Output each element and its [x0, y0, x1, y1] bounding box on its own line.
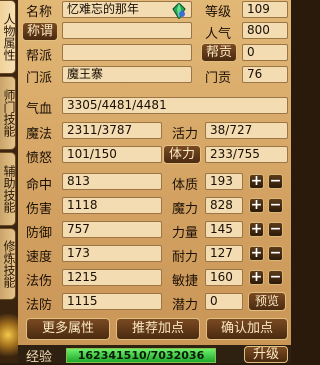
minus-icon[interactable]: −	[268, 222, 283, 237]
combat-stat-value: 1115	[62, 293, 162, 310]
minus-icon[interactable]: −	[268, 270, 283, 285]
popularity-label: 人气	[205, 27, 232, 42]
hp-field: 3305/4481/4481	[62, 97, 288, 114]
attribute-value: 828	[205, 197, 243, 214]
attribute-label: 敏捷	[172, 274, 199, 289]
guild-label: 帮派	[26, 49, 53, 64]
combat-stat-value: 757	[62, 221, 162, 238]
potential-label: 潜力	[172, 298, 199, 313]
minus-icon[interactable]: −	[268, 198, 283, 213]
combat-stat-value: 1118	[62, 197, 162, 214]
experience-value: 162341510/7032036	[77, 349, 205, 362]
combat-stat-label: 命中	[26, 178, 53, 193]
tab-sect-skills[interactable]: 师门技能	[0, 76, 16, 150]
recommend-points-button[interactable]: 推荐加点	[116, 318, 200, 340]
tab-character-attributes[interactable]: 人物属性	[0, 0, 16, 74]
more-attributes-button[interactable]: 更多属性	[26, 318, 110, 340]
attribute-label: 耐力	[172, 250, 199, 265]
rage-field: 101/150	[62, 146, 162, 163]
plus-icon[interactable]: +	[249, 270, 264, 285]
mp-field: 2311/3787	[62, 122, 162, 139]
minus-icon[interactable]: −	[268, 174, 283, 189]
green-gem-icon	[172, 3, 186, 19]
attribute-value: 160	[205, 269, 243, 286]
sect-label: 门派	[26, 71, 53, 86]
combat-stat-value: 813	[62, 173, 162, 190]
guild-contribution-field: 0	[242, 44, 288, 61]
attribute-value: 193	[205, 173, 243, 190]
tab-auxiliary-skills[interactable]: 辅助技能	[0, 152, 16, 226]
experience-label: 经验	[26, 350, 53, 365]
attribute-value: 127	[205, 245, 243, 262]
hp-label: 气血	[26, 102, 53, 117]
name-label: 名称	[26, 5, 53, 20]
plus-icon[interactable]: +	[249, 198, 264, 213]
vitality-label: 活力	[172, 127, 199, 142]
minus-icon[interactable]: −	[268, 246, 283, 261]
combat-stat-label: 法防	[26, 298, 53, 313]
tab-ornament	[0, 300, 18, 363]
combat-stat-value: 1215	[62, 269, 162, 286]
plus-icon[interactable]: +	[249, 174, 264, 189]
experience-bar: 162341510/7032036	[66, 348, 216, 363]
character-attribute-panel: 人物属性 师门技能 辅助技能 修炼技能 名称 忆难忘的那年 等级 109 称谓 …	[0, 0, 291, 365]
attribute-value: 145	[205, 221, 243, 238]
mp-label: 魔法	[26, 127, 53, 142]
popularity-field: 800	[242, 22, 288, 39]
plus-icon[interactable]: +	[249, 246, 264, 261]
combat-stat-value: 173	[62, 245, 162, 262]
upgrade-button[interactable]: 升级	[244, 346, 288, 363]
sect-field: 魔王寨	[62, 66, 192, 83]
attribute-label: 魔力	[172, 202, 199, 217]
stamina-button[interactable]: 体力	[163, 145, 201, 164]
level-field: 109	[242, 1, 288, 18]
potential-value: 0	[205, 293, 243, 310]
level-label: 等级	[205, 5, 232, 20]
stamina-field: 233/755	[205, 146, 288, 163]
combat-stat-label: 伤害	[26, 202, 53, 217]
confirm-points-button[interactable]: 确认加点	[206, 318, 288, 340]
attribute-label: 体质	[172, 178, 199, 193]
combat-stat-label: 速度	[26, 250, 53, 265]
tab-cultivation-skills[interactable]: 修炼技能	[0, 228, 16, 300]
sect-contribution-label: 门贡	[205, 71, 232, 86]
combat-stat-label: 法伤	[26, 274, 53, 289]
sect-contribution-field: 76	[242, 66, 288, 83]
guild-contribution-button[interactable]: 帮贡	[201, 43, 237, 62]
side-tabs: 人物属性 师门技能 辅助技能 修炼技能	[0, 0, 18, 363]
title-button[interactable]: 称谓	[22, 22, 58, 41]
attribute-label: 力量	[172, 226, 199, 241]
preview-button[interactable]: 预览	[248, 292, 286, 311]
plus-icon[interactable]: +	[249, 222, 264, 237]
combat-stat-label: 防御	[26, 226, 53, 241]
vitality-field: 38/727	[205, 122, 288, 139]
rage-label: 愤怒	[26, 151, 53, 166]
guild-field	[62, 44, 192, 61]
title-field	[62, 22, 192, 39]
